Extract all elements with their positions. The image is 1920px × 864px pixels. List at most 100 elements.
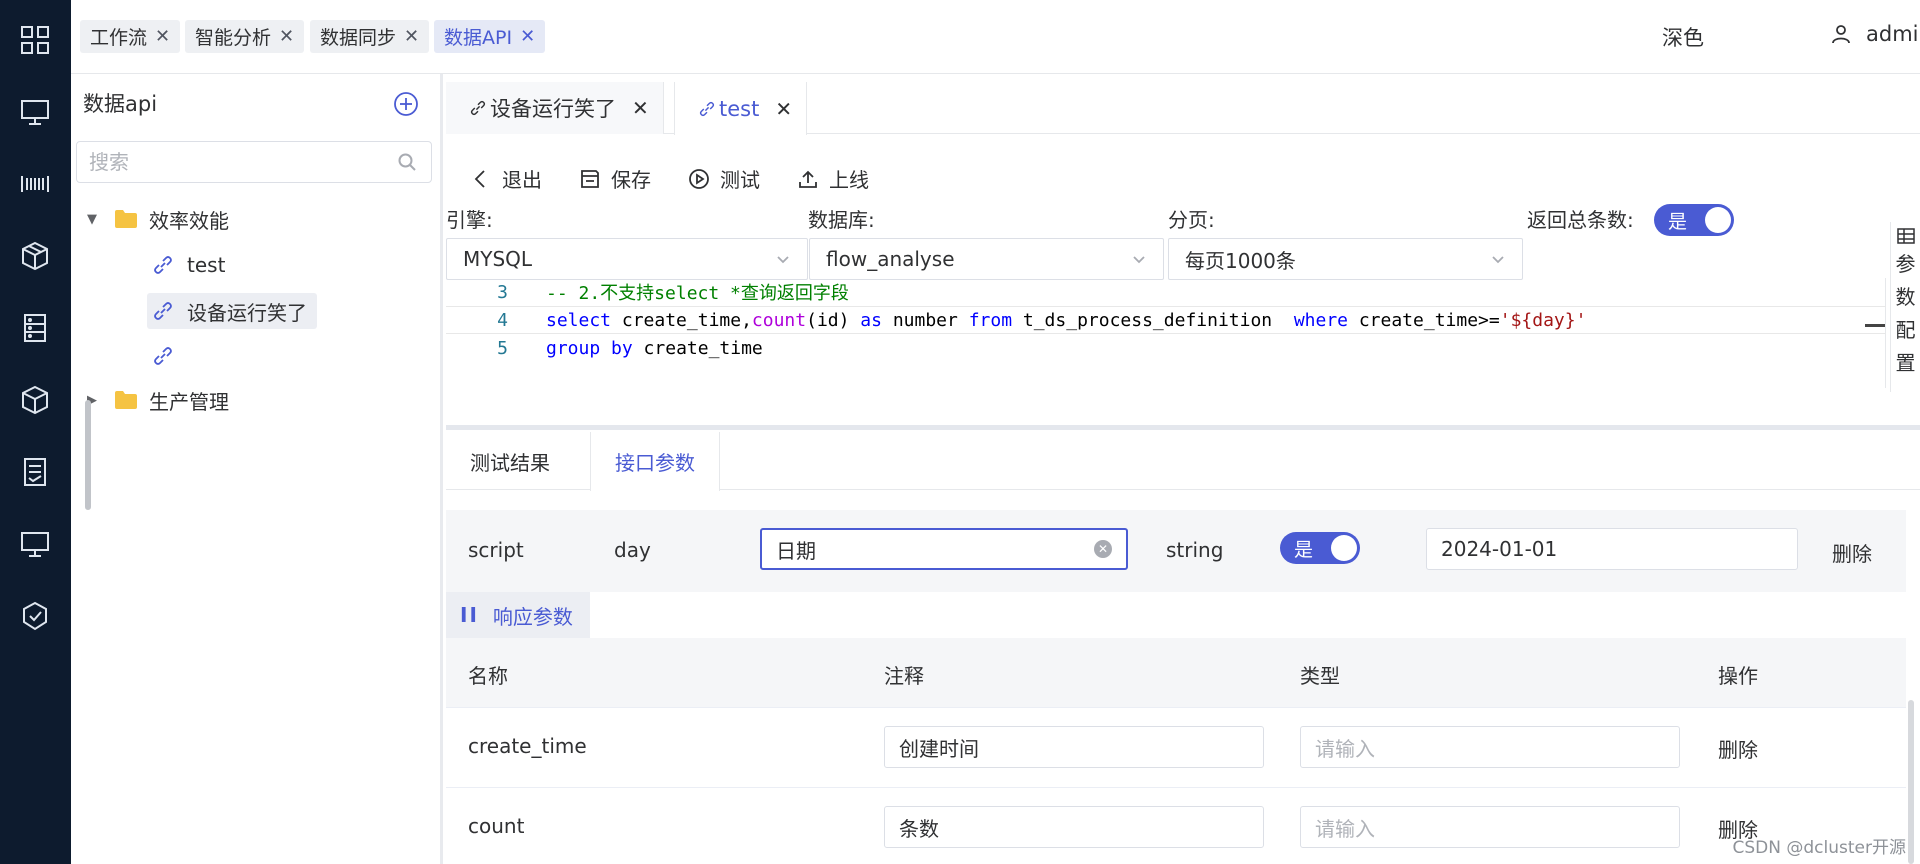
add-icon[interactable] — [393, 91, 419, 117]
line-number: 3 — [497, 281, 508, 303]
api-tree-panel: 数据api ▼ 效率效能 test 设备运行笑了 ▶ 生产管理 — [71, 74, 443, 864]
panel-title: 数据api — [83, 92, 158, 116]
editor-tabs: 设备运行笑了 ✕ test ✕ — [446, 74, 1920, 135]
code-token: select — [546, 309, 612, 331]
tree-folder-production[interactable]: ▶ 生产管理 — [87, 382, 229, 418]
close-icon[interactable]: ✕ — [155, 26, 170, 47]
close-icon[interactable]: ✕ — [632, 96, 649, 120]
database-icon[interactable] — [17, 310, 53, 346]
link-icon — [470, 100, 486, 116]
user-menu[interactable]: admin — [1830, 22, 1920, 46]
row-comment-value: 条数 — [899, 816, 939, 841]
col-type-header: 类型 — [1300, 664, 1340, 688]
top-tab-analysis[interactable]: 智能分析 ✕ — [185, 20, 305, 53]
param-data-type: string — [1166, 538, 1224, 562]
param-delete-button[interactable]: 删除 — [1832, 538, 1872, 567]
shield-check-icon[interactable] — [17, 598, 53, 634]
param-comment-input[interactable]: 日期 ✕ — [760, 528, 1128, 570]
tab-api-params[interactable]: 接口参数 — [590, 432, 720, 491]
response-params-tab[interactable]: II 响应参数 — [446, 592, 590, 638]
editor-tab-test[interactable]: test ✕ — [674, 82, 808, 135]
document-icon[interactable] — [17, 454, 53, 490]
package-icon[interactable] — [17, 238, 53, 274]
save-button[interactable]: 保存 — [579, 164, 651, 193]
exit-button[interactable]: 退出 — [470, 164, 542, 193]
param-default-value: 2024-01-01 — [1441, 537, 1558, 561]
database-select[interactable]: flow_analyse — [809, 238, 1164, 280]
row-comment-input[interactable]: 创建时间 — [884, 726, 1264, 768]
table-row: count 条数 请输入 删除 — [446, 788, 1906, 864]
row-type-placeholder: 请输入 — [1315, 816, 1375, 841]
param-required-switch[interactable]: 是 — [1280, 532, 1360, 564]
code-line: 3 -- 2.不支持select *查询返回字段 — [446, 278, 1886, 306]
row-type-input[interactable]: 请输入 — [1300, 726, 1680, 768]
database-label: 数据库: — [808, 208, 875, 232]
exit-label: 退出 — [502, 168, 542, 192]
clear-icon[interactable]: ✕ — [1094, 540, 1112, 558]
close-icon[interactable]: ✕ — [775, 97, 792, 121]
split-divider[interactable] — [446, 425, 1920, 430]
table-icon — [1896, 228, 1915, 244]
publish-button[interactable]: 上线 — [797, 164, 869, 193]
search-icon[interactable] — [397, 152, 417, 172]
close-icon[interactable]: ✕ — [404, 26, 419, 47]
top-tab-sync[interactable]: 数据同步 ✕ — [310, 20, 430, 53]
upload-icon — [799, 170, 817, 188]
save-label: 保存 — [611, 168, 651, 192]
tab-test-result[interactable]: 测试结果 — [446, 432, 574, 490]
display-icon[interactable] — [17, 526, 53, 562]
tree-item-test[interactable]: test — [153, 247, 225, 283]
cube-icon[interactable] — [17, 382, 53, 418]
row-type-input[interactable]: 请输入 — [1300, 806, 1680, 848]
tree-item-label: test — [187, 253, 226, 277]
code-token: where — [1293, 309, 1348, 331]
param-default-input[interactable]: 2024-01-01 — [1426, 528, 1798, 570]
close-icon[interactable]: ✕ — [520, 26, 535, 47]
return-total-switch[interactable]: 是 — [1654, 204, 1734, 236]
barcode-icon[interactable] — [17, 166, 53, 202]
code-token: as — [860, 309, 882, 331]
content-scrollbar[interactable] — [1908, 700, 1914, 864]
row-delete-button[interactable]: 删除 — [1718, 734, 1758, 763]
search-input[interactable] — [77, 142, 377, 182]
row-comment-input[interactable]: 条数 — [884, 806, 1264, 848]
tree-folder-label: 效率效能 — [149, 208, 229, 233]
switch-label: 是 — [1294, 538, 1314, 561]
bottom-tabs: 测试结果 接口参数 — [446, 432, 1920, 491]
param-name: day — [614, 538, 651, 562]
caret-down-icon[interactable]: ▼ — [87, 212, 101, 227]
tree-folder-label: 生产管理 — [149, 389, 229, 414]
engine-value: MYSQL — [463, 247, 533, 271]
row-field-name: count — [468, 814, 525, 838]
tree-item-device[interactable]: 设备运行笑了 — [147, 293, 317, 329]
test-button[interactable]: 测试 — [688, 164, 760, 193]
top-tab-workflow[interactable]: 工作流 ✕ — [80, 20, 181, 53]
theme-toggle[interactable]: 深色 — [1662, 22, 1704, 52]
save-icon — [581, 169, 599, 188]
side-tab-param-config[interactable]: 参 数 配 置 — [1890, 222, 1920, 392]
link-icon — [153, 301, 173, 321]
pagination-label: 分页: — [1168, 208, 1215, 232]
code-line-current: 4 select create_time,count(id) as number… — [446, 306, 1886, 334]
editor-tab-device[interactable]: 设备运行笑了 ✕ — [446, 82, 664, 134]
tree-folder-efficiency[interactable]: ▼ 效率效能 — [87, 201, 229, 237]
close-icon[interactable]: ✕ — [279, 26, 294, 47]
param-type: script — [468, 538, 524, 562]
play-circle-icon — [689, 168, 709, 189]
user-name: admin — [1866, 22, 1920, 46]
engine-select[interactable]: MYSQL — [446, 238, 808, 280]
tree-item-unnamed[interactable] — [153, 338, 187, 374]
top-tab-data-api[interactable]: 数据API ✕ — [434, 20, 546, 53]
code-token: create_time, — [611, 309, 752, 331]
monitor-icon[interactable] — [17, 94, 53, 130]
editor-toolbar: 退出 保存 测试 上线 — [470, 164, 906, 193]
side-tab-char: 置 — [1895, 351, 1916, 375]
sql-editor[interactable]: 3 -- 2.不支持select *查询返回字段 4 select create… — [446, 278, 1886, 388]
search-box — [76, 141, 432, 183]
pagination-select[interactable]: 每页1000条 — [1168, 238, 1523, 280]
grid-icon[interactable] — [17, 22, 53, 58]
tree-scrollbar[interactable] — [85, 400, 91, 510]
editor-tab-label: test — [719, 96, 760, 121]
watermark: CSDN @dcluster开源 — [1732, 838, 1906, 858]
chevron-down-icon — [1133, 256, 1145, 264]
